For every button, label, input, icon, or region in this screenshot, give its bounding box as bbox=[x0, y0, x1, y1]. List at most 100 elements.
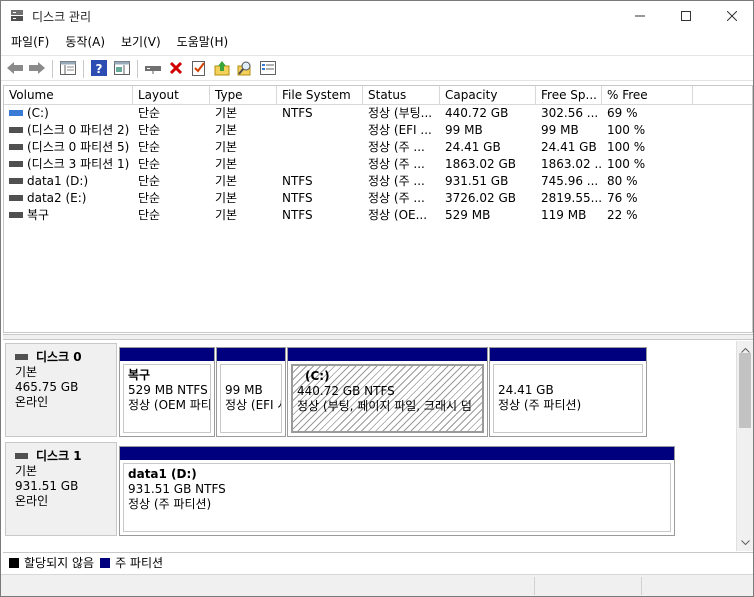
disk-state: 온라인 bbox=[15, 395, 49, 409]
cell-volume: (디스크 0 파티션 2) bbox=[4, 122, 133, 139]
cell-capacity: 440.72 GB bbox=[440, 105, 536, 122]
menu-help[interactable]: 도움말(H) bbox=[171, 31, 235, 53]
cell-layout: 단순 bbox=[133, 207, 210, 224]
forward-arrow-icon bbox=[28, 61, 46, 78]
disk-map-scrollbar[interactable] bbox=[736, 341, 753, 551]
disk-management-app-icon bbox=[10, 9, 24, 23]
show-hide-console-tree-button[interactable] bbox=[57, 58, 79, 80]
cell-capacity: 24.41 GB bbox=[440, 139, 536, 156]
cell-text: (디스크 0 파티션 5) bbox=[27, 140, 130, 154]
menu-action[interactable]: 동작(A) bbox=[59, 31, 111, 53]
partition-c-drive[interactable]: (C:) 440.72 GB NTFS 정상 (부팅, 페이지 파일, 크래시 … bbox=[287, 347, 488, 437]
connect-drive-button[interactable] bbox=[142, 58, 164, 80]
partition-type-bar bbox=[288, 348, 487, 361]
pane-splitter[interactable] bbox=[3, 334, 753, 340]
minimize-button[interactable] bbox=[617, 1, 663, 31]
partition-status: 정상 (EFI 시 bbox=[225, 398, 281, 412]
legend-label-unallocated: 할당되지 않음 bbox=[24, 556, 95, 570]
menu-view[interactable]: 보기(V) bbox=[115, 31, 167, 53]
cell-text: 정상 (주 ... bbox=[368, 191, 425, 205]
check-properties-icon bbox=[192, 60, 206, 79]
scroll-down-arrow-icon[interactable] bbox=[737, 534, 753, 551]
back-button[interactable] bbox=[4, 58, 26, 80]
title-bar: 디스크 관리 bbox=[1, 1, 753, 31]
partition-recovery[interactable]: 복구 529 MB NTFS 정상 (OEM 파티 bbox=[119, 347, 215, 437]
volume-row[interactable]: (C:) 단순 기본 NTFS 정상 (부팅... 440.72 GB 302.56 ...… bbox=[4, 105, 752, 122]
disk-name: 디스크 1 bbox=[36, 449, 82, 463]
forward-button[interactable] bbox=[26, 58, 48, 80]
cell-type: 기본 bbox=[210, 190, 277, 207]
cell-text: 100 % bbox=[607, 123, 646, 137]
partition-size: 24.41 GB bbox=[498, 383, 554, 397]
disk-icon bbox=[15, 353, 28, 360]
volume-row[interactable]: data2 (E:) 단순 기본 NTFS 정상 (주 ... 3726.02 GB 281… bbox=[4, 190, 752, 207]
cell-volume: data2 (E:) bbox=[4, 190, 133, 207]
volume-row[interactable]: 복구 단순 기본 NTFS 정상 (OE... 529 MB 119 MB 22 % bbox=[4, 207, 752, 224]
cell-text: 119 MB bbox=[541, 208, 587, 222]
column-header-layout[interactable]: Layout bbox=[133, 86, 210, 105]
column-header-volume[interactable]: Volume bbox=[4, 86, 133, 105]
console-list-button[interactable] bbox=[257, 58, 279, 80]
volume-icon bbox=[9, 143, 23, 150]
cell-text: NTFS bbox=[282, 106, 313, 120]
cell-text: 24.41 GB bbox=[445, 140, 501, 154]
disk-type: 기본 bbox=[15, 365, 38, 379]
partition-efi[interactable]: 99 MB 정상 (EFI 시 bbox=[216, 347, 286, 437]
cell-type: 기본 bbox=[210, 122, 277, 139]
partition-type-bar bbox=[120, 447, 674, 460]
column-header-file-system[interactable]: File System bbox=[277, 86, 363, 105]
column-header-capacity[interactable]: Capacity bbox=[440, 86, 536, 105]
disk-0-label[interactable]: 디스크 0 기본 465.75 GB 온라인 bbox=[5, 343, 117, 437]
cell-text: 정상 (주 ... bbox=[368, 174, 425, 188]
up-level-icon bbox=[214, 60, 230, 79]
cell-free: 119 MB bbox=[536, 207, 602, 224]
action-pane-icon bbox=[114, 60, 130, 78]
properties-button[interactable] bbox=[188, 58, 210, 80]
cell-fs bbox=[277, 139, 363, 156]
disk-1-label[interactable]: 디스크 1 기본 931.51 GB 온라인 bbox=[5, 442, 117, 536]
volume-row[interactable]: (디스크 0 파티션 5) 단순 기본 정상 (주 ... 24.41 GB 24.41 … bbox=[4, 139, 752, 156]
column-header-free-space[interactable]: Free Sp... bbox=[536, 86, 602, 105]
cell-status: 정상 (주 ... bbox=[363, 156, 440, 173]
menu-file[interactable]: 파일(F) bbox=[5, 31, 55, 53]
scrollbar-thumb[interactable] bbox=[739, 353, 751, 428]
partition-data1[interactable]: data1 (D:) 931.51 GB NTFS 정상 (주 파티션) bbox=[119, 446, 675, 536]
partition-body: 복구 529 MB NTFS 정상 (OEM 파티 bbox=[123, 364, 211, 433]
partition-primary[interactable]: 24.41 GB 정상 (주 파티션) bbox=[489, 347, 647, 437]
volume-row[interactable]: (디스크 3 파티션 1) 단순 기본 정상 (주 ... 1863.02 GB 1863… bbox=[4, 156, 752, 173]
up-level-button[interactable] bbox=[211, 58, 233, 80]
cell-fs: NTFS bbox=[277, 190, 363, 207]
partition-body-selected: (C:) 440.72 GB NTFS 정상 (부팅, 페이지 파일, 크래시 … bbox=[291, 364, 484, 433]
column-header-type[interactable]: Type bbox=[210, 86, 277, 105]
cell-free: 745.96 ... bbox=[536, 173, 602, 190]
help-button[interactable]: ? bbox=[88, 58, 110, 80]
column-header-percent-free[interactable]: % Free bbox=[602, 86, 693, 105]
volume-row[interactable]: data1 (D:) 단순 기본 NTFS 정상 (주 ... 931.51 GB 745.… bbox=[4, 173, 752, 190]
volume-row[interactable]: (디스크 0 파티션 2) 단순 기본 정상 (EFI ... 99 MB 99 MB 10… bbox=[4, 122, 752, 139]
menu-bar: 파일(F) 동작(A) 보기(V) 도움말(H) bbox=[1, 31, 753, 53]
cell-text: 99 MB bbox=[541, 123, 579, 137]
maximize-button[interactable] bbox=[663, 1, 709, 31]
cell-text: 정상 (부팅... bbox=[368, 106, 433, 120]
delete-button[interactable] bbox=[165, 58, 187, 80]
partition-name bbox=[225, 368, 281, 383]
cell-pct: 100 % bbox=[602, 139, 693, 156]
partition-name bbox=[498, 368, 642, 383]
column-header-status[interactable]: Status bbox=[363, 86, 440, 105]
status-pane bbox=[534, 577, 535, 595]
cell-type: 기본 bbox=[210, 207, 277, 224]
search-button[interactable] bbox=[234, 58, 256, 80]
cell-volume: 복구 bbox=[4, 207, 133, 224]
cell-text: 1863.02 ... bbox=[541, 157, 602, 171]
action-pane-button[interactable] bbox=[111, 58, 133, 80]
disk-type: 기본 bbox=[15, 464, 38, 478]
volume-icon bbox=[9, 177, 23, 184]
partition-size: 440.72 GB NTFS bbox=[297, 384, 395, 398]
cell-pct: 80 % bbox=[602, 173, 693, 190]
close-button[interactable] bbox=[709, 1, 754, 31]
partition-size: 931.51 GB NTFS bbox=[128, 482, 226, 496]
toolbar-separator bbox=[52, 60, 53, 78]
partition-body: 24.41 GB 정상 (주 파티션) bbox=[493, 364, 643, 433]
cell-status: 정상 (EFI ... bbox=[363, 122, 440, 139]
cell-text: 2819.55... bbox=[541, 191, 602, 205]
